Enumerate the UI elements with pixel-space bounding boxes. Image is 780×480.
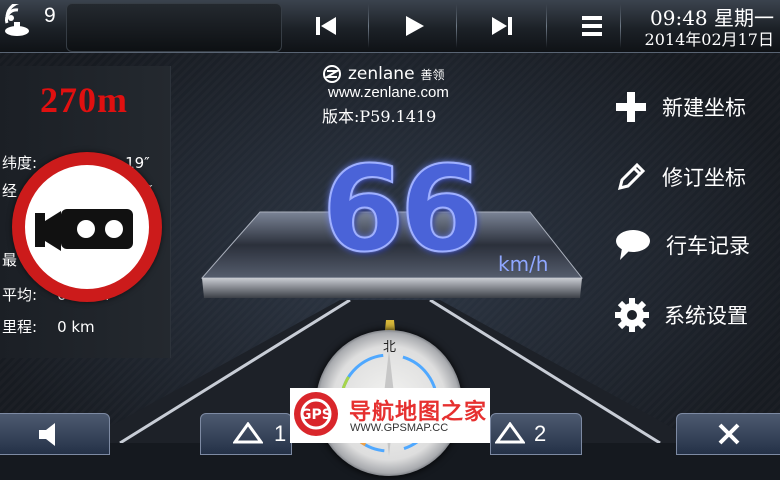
watermark-url: WWW.GPSMAP.CC: [350, 422, 449, 434]
next-icon: [492, 17, 512, 35]
volume-button[interactable]: [0, 413, 110, 455]
brand-logo: zenlane 善领: [322, 64, 445, 84]
max-speed-row: 最: [2, 249, 17, 270]
website: www.zenlane.com: [328, 84, 449, 101]
satellite-count: 9: [44, 4, 56, 27]
play-button[interactable]: [394, 6, 434, 46]
satellite-signal-icon: [5, 4, 29, 36]
triangle-up-icon: [495, 422, 525, 444]
system-settings-button[interactable]: 系统设置: [614, 290, 780, 340]
plus-icon: [616, 92, 646, 122]
speaker-icon: [39, 423, 55, 446]
zenlane-logo-icon: [323, 65, 341, 83]
driving-record-button[interactable]: 行车记录: [614, 220, 780, 270]
play-icon: [406, 16, 424, 36]
current-speed: 66: [321, 140, 483, 278]
pencil-icon: [617, 162, 646, 191]
camera-distance: 270m: [40, 80, 128, 120]
max-speed-label: 最: [2, 251, 18, 269]
menu-button[interactable]: [572, 6, 612, 46]
version: 版本:P59.1419: [322, 107, 437, 126]
waypoint-1-number: 1: [274, 421, 287, 446]
longitude-label: 经: [2, 182, 18, 200]
brand-name: zenlane: [348, 64, 415, 84]
next-button[interactable]: [482, 6, 522, 46]
divider: [620, 4, 621, 48]
camera-icon: [35, 209, 133, 251]
speech-bubble-icon: [616, 230, 650, 260]
waypoint-2-number: 2: [534, 421, 547, 446]
speed-unit: km/h: [498, 252, 549, 276]
triangle-up-icon: [233, 422, 263, 444]
previous-button[interactable]: [306, 6, 346, 46]
status-display: [66, 3, 282, 52]
close-button[interactable]: [676, 413, 780, 455]
brand-name-cn: 善领: [420, 67, 445, 82]
compass-north-label: 北: [383, 340, 397, 355]
driving-record-label: 行车记录: [666, 234, 750, 258]
gps-logo-text: GPS: [300, 407, 332, 423]
close-icon: [718, 423, 740, 445]
speed-camera-warning-sign: [12, 152, 162, 302]
clock-date: 2014年02月17日: [644, 30, 774, 49]
new-coordinate-button[interactable]: 新建坐标: [614, 82, 780, 132]
divider: [368, 4, 369, 48]
gear-icon: [615, 298, 649, 332]
divider: [456, 4, 457, 48]
system-settings-label: 系统设置: [664, 304, 748, 328]
menu-icon: [582, 16, 602, 36]
edit-coordinate-label: 修订坐标: [662, 166, 746, 190]
previous-icon: [316, 17, 336, 35]
divider: [546, 4, 547, 48]
new-coordinate-label: 新建坐标: [662, 96, 746, 120]
edit-coordinate-button[interactable]: 修订坐标: [614, 152, 780, 202]
